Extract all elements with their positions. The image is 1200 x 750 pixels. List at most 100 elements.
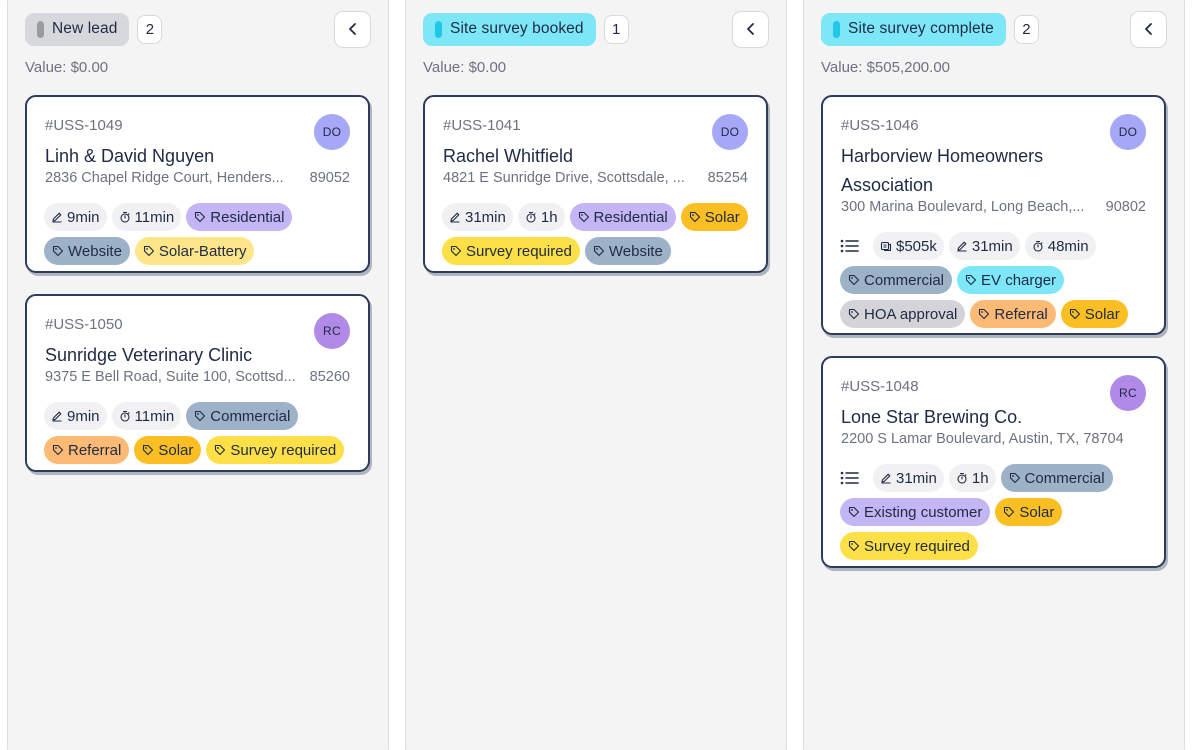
card-address: 2200 S Lamar Boulevard, Austin, TX, 7870… [841,431,1146,447]
tag-chip[interactable]: Commercial [1000,464,1113,492]
card-address: 300 Marina Boulevard, Long Beach,... 908… [841,199,1146,215]
card-address: 9375 E Bell Road, Suite 100, Scottsd... … [45,369,350,385]
tag-icon [195,211,206,223]
card-count-badge: 2 [1013,14,1039,44]
lead-card[interactable]: #USS-1046 DO Harborview Homeowners Assoc… [821,95,1166,335]
tag-label: Commercial [210,407,291,425]
deal-value-chip: $505k [873,232,944,260]
tag-chip[interactable]: Website [44,237,130,265]
card-id: #USS-1048 [841,378,919,395]
stage-badge: Site survey booked [423,12,596,46]
tag-icon [848,506,860,518]
stage-badge: New lead [25,12,130,46]
avatar[interactable]: DO [1110,114,1146,150]
lead-card[interactable]: #USS-1041 DO Rachel Whitfield 4821 E Sun… [423,95,768,273]
tag-chip[interactable]: Existing customer [840,498,991,526]
chip-label: 9min [67,208,100,226]
tag-chip[interactable]: EV charger [957,266,1065,294]
stopwatch-icon [1033,240,1043,252]
avatar[interactable]: RC [314,313,350,349]
collapse-column-button[interactable] [334,10,371,48]
chip-area: 31min 1h Commercial Existing customer So… [840,464,1152,560]
tag-icon [143,245,154,257]
stopwatch-icon [119,211,130,223]
column-value: Value: $505,200.00 [821,59,951,76]
tag-chip[interactable]: Website [584,237,671,265]
address-text: 300 Marina Boulevard, Long Beach,... [841,199,1085,215]
card-count-badge: 1 [603,14,629,44]
lead-card[interactable]: #USS-1049 DO Linh & David Nguyen 2836 Ch… [25,95,370,273]
card-title: Rachel Whitfield [443,146,574,166]
chevron-left-icon [746,23,754,35]
card-title: Lone Star Brewing Co. [841,407,1023,427]
tag-label: Website [608,242,663,260]
tag-icon [1004,506,1015,518]
tag-icon [965,274,977,286]
tag-icon [52,245,64,257]
tag-chip[interactable]: Solar [995,498,1063,526]
pencil-icon [52,212,62,223]
tag-icon [143,444,154,456]
tag-icon [848,308,860,320]
avatar[interactable]: DO [314,114,350,150]
chip-area: $505k 31min 48min Commercial EV charger [840,232,1152,328]
card-id: #USS-1041 [443,117,521,134]
chip-label: 1h [540,208,558,226]
edit-time-chip: 31min [442,203,513,231]
tag-chip[interactable]: Solar-Battery [134,237,255,265]
tag-label: Commercial [1024,469,1105,487]
card-id: #USS-1049 [45,117,123,134]
tag-chip[interactable]: Referral [970,300,1056,328]
collapse-column-button[interactable] [1130,10,1167,48]
tag-chip[interactable]: Survey required [206,436,345,464]
pipeline-board: New lead 2 Value: $0.00 #USS-1049 DO Lin… [0,0,1200,750]
tag-label: Solar [1084,305,1120,323]
timer-chip: 48min [1024,232,1096,260]
timer-chip: 1h [948,464,996,492]
column-site-survey-booked: Site survey booked 1 Value: $0.00 #USS-1… [405,0,787,750]
tag-label: EV charger [981,271,1057,289]
tag-icon [848,274,860,286]
chip-label: 1h [971,469,989,487]
card-title: Harborview Homeowners Association [841,146,1044,195]
address-text: 4821 E Sunridge Drive, Scottsdale, ... [443,170,685,186]
chip-label: 11min [134,208,175,226]
checklist-chip[interactable] [840,232,868,260]
card-count-badge: 2 [137,14,163,44]
tag-chip[interactable]: Survey required [840,532,978,560]
address-text: 9375 E Bell Road, Suite 100, Scottsd... [45,369,296,385]
tag-chip[interactable]: Survey required [442,237,580,265]
stopwatch-icon [119,410,130,422]
chip-label: 31min [896,469,937,487]
card-id: #USS-1046 [841,117,919,134]
tag-chip[interactable]: HOA approval [840,300,966,328]
tag-label: HOA approval [864,305,958,323]
chip-area: 9min 11min Commercial Referral Solar Sur… [44,402,356,464]
tag-chip[interactable]: Solar [134,436,202,464]
stage-color-indicator [37,20,44,38]
column-site-survey-complete: Site survey complete 2 Value: $505,200.0… [803,0,1185,750]
checklist-icon [840,471,859,485]
checklist-icon [840,239,859,253]
address-zip: 85260 [309,369,350,385]
timer-chip: 1h [517,203,565,231]
lead-card[interactable]: #USS-1048 RC Lone Star Brewing Co. 2200 … [821,356,1166,568]
card-title: Sunridge Veterinary Clinic [45,345,253,365]
lead-card[interactable]: #USS-1050 RC Sunridge Veterinary Clinic … [25,294,370,472]
chip-area: 9min 11min Residential Website Solar-Bat… [44,203,356,265]
stage-color-indicator [833,20,840,38]
tag-label: Survey required [230,441,337,459]
tag-chip[interactable]: Solar [1060,300,1128,328]
tag-chip[interactable]: Commercial [186,402,299,430]
tag-chip[interactable]: Commercial [840,266,953,294]
avatar[interactable]: RC [1110,375,1146,411]
collapse-column-button[interactable] [732,10,769,48]
tag-label: Residential [593,208,668,226]
tag-chip[interactable]: Residential [569,203,676,231]
tag-chip[interactable]: Referral [44,436,130,464]
tag-chip[interactable]: Solar [680,203,748,231]
tag-label: Survey required [864,537,970,555]
checklist-chip[interactable] [840,464,868,492]
tag-chip[interactable]: Residential [186,203,293,231]
avatar[interactable]: DO [712,114,748,150]
